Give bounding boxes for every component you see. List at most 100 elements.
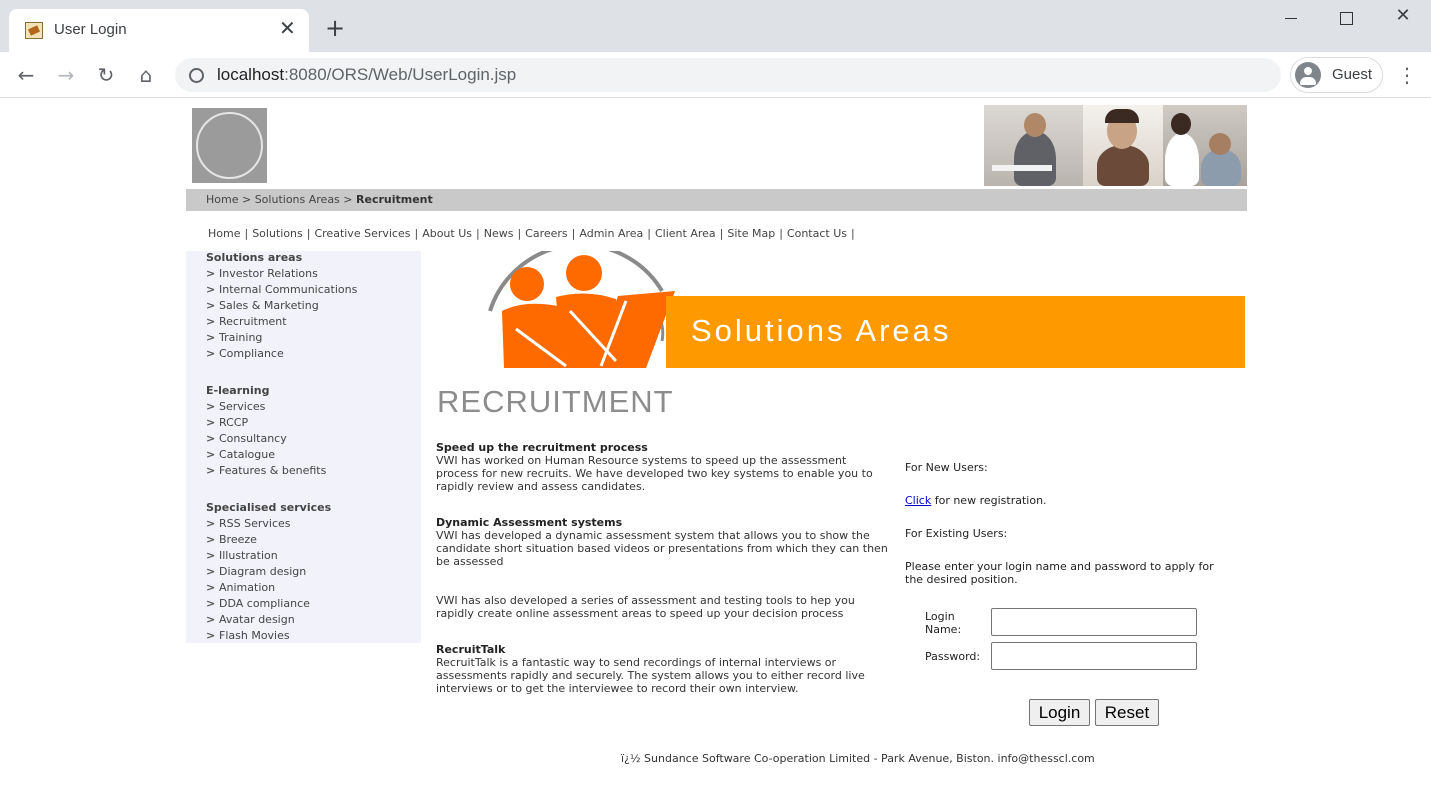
chevron-right-icon: > — [206, 331, 216, 344]
nav-contact-us[interactable]: Contact Us — [787, 227, 847, 240]
address-bar[interactable]: localhost:8080/ORS/Web/UserLogin.jsp — [175, 58, 1281, 92]
nav-client-area[interactable]: Client Area — [655, 227, 716, 240]
window-minimize-button[interactable] — [1276, 8, 1306, 30]
sidebar-group-solutions: Solutions areas > Investor Relations > Int… — [206, 251, 357, 363]
window-close-button[interactable]: ✕ — [1388, 5, 1418, 27]
sidebar-item-dda-compliance[interactable]: > DDA compliance — [206, 597, 331, 613]
new-users-heading: For New Users: — [905, 461, 988, 474]
browser-toolbar: ← → ↻ ⌂ localhost:8080/ORS/Web/UserLogin… — [0, 52, 1431, 98]
browser-tabstrip: User Login ✕ + ✕ — [0, 0, 1431, 52]
article-testing-tools: VWI has also developed a series of asses… — [436, 594, 891, 620]
chevron-right-icon: > — [206, 283, 216, 296]
window-maximize-button[interactable] — [1331, 8, 1361, 30]
menu-icon[interactable]: ⋮ — [1397, 62, 1417, 88]
password-label: Password: — [925, 650, 981, 663]
nav-site-map[interactable]: Site Map — [727, 227, 775, 240]
sidebar-item-internal-communications[interactable]: > Internal Communications — [206, 283, 357, 299]
login-name-label: Login Name: — [925, 610, 962, 636]
sidebar-item-training[interactable]: > Training — [206, 331, 357, 347]
login-name-input[interactable] — [991, 608, 1197, 636]
breadcrumb-separator: > — [241, 193, 252, 206]
photo-woman — [1083, 105, 1163, 186]
breadcrumb-separator: > — [343, 193, 353, 206]
web-page: Home > Solutions Areas > Recruitment Hom… — [0, 98, 1431, 795]
breadcrumb: Home > Solutions Areas > Recruitment — [186, 189, 1247, 211]
sidebar-heading: Specialised services — [206, 501, 332, 514]
article-title: Speed up the recruitment process — [436, 441, 648, 454]
login-button[interactable]: Login — [1029, 699, 1090, 726]
sidebar-item-diagram-design[interactable]: > Diagram design — [206, 565, 331, 581]
breadcrumb-current: Recruitment — [356, 193, 433, 206]
banner-title: Solutions Areas — [691, 313, 952, 348]
sidebar-group-elearning: E-learning > Services > RCCP > Consultancy … — [206, 384, 326, 480]
sidebar-heading: E-learning — [206, 384, 270, 397]
register-link[interactable]: Click — [905, 494, 931, 507]
back-icon[interactable]: ← — [13, 62, 39, 88]
chevron-right-icon: > — [206, 432, 216, 445]
sidebar-group-specialised: Specialised services > RSS Services > Bree… — [206, 501, 331, 645]
nav-about-us[interactable]: About Us — [422, 227, 472, 240]
sidebar-item-compliance[interactable]: > Compliance — [206, 347, 357, 363]
url-text[interactable]: localhost:8080/ORS/Web/UserLogin.jsp — [217, 65, 516, 85]
chevron-right-icon: > — [206, 549, 216, 562]
company-logo — [192, 108, 267, 183]
article-title: Dynamic Assessment systems — [436, 516, 623, 529]
chevron-right-icon: > — [206, 613, 216, 626]
sidebar-item-investor-relations[interactable]: > Investor Relations — [206, 267, 357, 283]
sidebar-item-sales-marketing[interactable]: > Sales & Marketing — [206, 299, 357, 315]
chevron-right-icon: > — [206, 517, 216, 530]
sidebar-item-catalogue[interactable]: > Catalogue — [206, 448, 326, 464]
sidebar-heading: Solutions areas — [206, 251, 303, 264]
header-photos — [984, 105, 1247, 186]
browser-tab[interactable]: User Login ✕ — [9, 9, 309, 52]
reload-icon[interactable]: ↻ — [93, 62, 119, 88]
top-navigation: Home | Solutions | Creative Services | About U… — [208, 227, 855, 240]
password-input[interactable] — [991, 642, 1197, 670]
chevron-right-icon: > — [206, 565, 216, 578]
article-body: RecruitTalk is a fantastic way to send r… — [436, 656, 865, 695]
chevron-right-icon: > — [206, 629, 216, 642]
forward-icon[interactable]: → — [53, 62, 79, 88]
article-dynamic-assessment: Dynamic Assessment systems VWI has devel… — [436, 516, 891, 568]
sidebar-item-recruitment[interactable]: > Recruitment — [206, 315, 357, 331]
sidebar-item-rss-services[interactable]: > RSS Services — [206, 517, 331, 533]
home-icon[interactable]: ⌂ — [133, 62, 159, 88]
article-body: VWI has developed a dynamic assessment s… — [436, 529, 888, 568]
nav-careers[interactable]: Careers — [525, 227, 568, 240]
page-title: RECRUITMENT — [437, 384, 674, 419]
photo-office-worker — [984, 105, 1083, 186]
new-tab-button[interactable]: + — [325, 16, 345, 40]
sidebar-item-consultancy[interactable]: > Consultancy — [206, 432, 326, 448]
article-body: VWI has worked on Human Resource systems… — [436, 454, 873, 493]
chevron-right-icon: > — [206, 299, 216, 312]
sidebar-item-breeze[interactable]: > Breeze — [206, 533, 331, 549]
photo-team — [1163, 105, 1247, 186]
sidebar-item-avatar-design[interactable]: > Avatar design — [206, 613, 331, 629]
nav-news[interactable]: News — [484, 227, 514, 240]
nav-creative-services[interactable]: Creative Services — [314, 227, 410, 240]
breadcrumb-solutions[interactable]: Solutions Areas — [255, 193, 340, 206]
breadcrumb-home[interactable]: Home — [206, 193, 238, 206]
chevron-right-icon: > — [206, 267, 216, 280]
sidebar-item-services[interactable]: > Services — [206, 400, 326, 416]
chevron-right-icon: > — [206, 315, 216, 328]
sidebar-item-features-benefits[interactable]: > Features & benefits — [206, 464, 326, 480]
footer-text: ï¿½ Sundance Software Co-operation Limit… — [621, 752, 1095, 765]
tab-close-icon[interactable]: ✕ — [279, 18, 296, 38]
login-instructions: Please enter your login name and passwor… — [905, 560, 1214, 586]
sidebar-item-rccp[interactable]: > RCCP — [206, 416, 326, 432]
sidebar-item-animation[interactable]: > Animation — [206, 581, 331, 597]
registration-text: Click for new registration. — [905, 494, 1047, 507]
tab-title: User Login — [54, 21, 127, 38]
nav-home[interactable]: Home — [208, 227, 240, 240]
nav-admin-area[interactable]: Admin Area — [579, 227, 643, 240]
existing-users-heading: For Existing Users: — [905, 527, 1008, 540]
sidebar-item-illustration[interactable]: > Illustration — [206, 549, 331, 565]
nav-solutions[interactable]: Solutions — [252, 227, 303, 240]
sidebar-item-flash-movies[interactable]: > Flash Movies — [206, 629, 331, 645]
article-title: RecruitTalk — [436, 643, 506, 656]
reset-button[interactable]: Reset — [1095, 699, 1159, 726]
tomcat-favicon-icon — [25, 22, 43, 39]
chevron-right-icon: > — [206, 464, 216, 477]
profile-button[interactable]: Guest — [1290, 57, 1383, 93]
